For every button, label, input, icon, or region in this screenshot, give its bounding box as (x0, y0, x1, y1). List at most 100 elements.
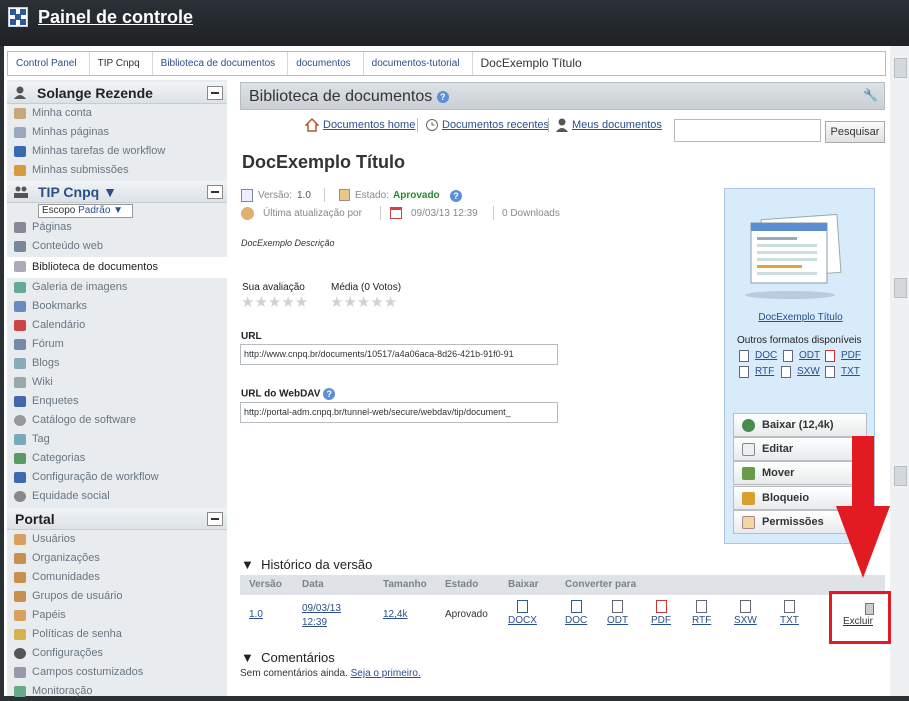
sidebar-item-config-workflow[interactable]: Configuração de workflow (7, 468, 227, 487)
convert-odt-link[interactable]: ODT (607, 600, 628, 626)
format-rtf-link[interactable]: RTF (755, 366, 774, 377)
app-title[interactable]: Painel de controle (38, 7, 193, 28)
sidebar-item-calendario[interactable]: Calendário (7, 316, 227, 335)
average-rating-label: Média (0 Votos) (331, 282, 402, 293)
history-table-header (240, 575, 885, 595)
sidebar-item-campos[interactable]: Campos costumizados (7, 663, 227, 682)
collapse-icon[interactable] (207, 512, 223, 526)
convert-pdf-link[interactable]: PDF (651, 600, 671, 626)
help-icon[interactable]: ? (323, 388, 336, 400)
pages-icon (14, 222, 26, 233)
help-icon[interactable]: ? (436, 90, 449, 103)
collapse-icon[interactable] (207, 86, 223, 100)
comments-title[interactable]: ▼ Comentários (241, 650, 335, 665)
my-documents-link[interactable]: Meus documentos (572, 119, 662, 131)
sidebar-item-blogs[interactable]: Blogs (7, 354, 227, 373)
format-txt-link[interactable]: TXT (841, 366, 860, 377)
recent-documents-link[interactable]: Documentos recentes (442, 119, 549, 131)
collapse-icon[interactable] (207, 185, 223, 199)
version-label: Versão: (258, 190, 292, 201)
sidebar-item-equidade[interactable]: Equidade social (7, 487, 227, 506)
column-header: Estado (445, 579, 479, 590)
workflow-icon (14, 146, 26, 157)
convert-txt-link[interactable]: TXT (780, 600, 799, 626)
webdav-label: URL do WebDAV ? (241, 388, 336, 400)
breadcrumb-doc-library[interactable]: Biblioteca de documentos (153, 52, 289, 75)
convert-doc-link[interactable]: DOC (565, 600, 587, 626)
download-button[interactable]: Baixar (12,4k) (733, 413, 867, 437)
sxw-icon (781, 366, 791, 378)
status-cell: Aprovado (445, 609, 488, 620)
format-odt-link[interactable]: ODT (799, 350, 820, 361)
polls-icon (14, 396, 26, 407)
sidebar-item-minha-conta[interactable]: Minha conta (7, 104, 227, 123)
sidebar-item-usuarios[interactable]: Usuários (7, 530, 227, 549)
bookmarks-icon (14, 301, 26, 312)
sidebar-item-bookmarks[interactable]: Bookmarks (7, 297, 227, 316)
odt-icon (612, 600, 624, 613)
download-count: 0 Downloads (502, 208, 560, 219)
wrench-icon[interactable]: 🔧 (863, 88, 878, 102)
update-date: 09/03/13 12:39 (411, 208, 478, 219)
scope-selector[interactable]: Escopo Padrão ▼ (38, 204, 133, 218)
sidebar-item-workflow-tasks[interactable]: Minhas tarefas de workflow (7, 142, 227, 161)
document-icon (241, 189, 253, 202)
sidebar-item-galeria[interactable]: Galeria de imagens (7, 278, 227, 297)
rtf-icon (696, 600, 708, 613)
user-section-header[interactable]: Solange Rezende (7, 82, 227, 104)
document-title-link[interactable]: DocExemplo Título (725, 312, 876, 323)
download-docx-link[interactable]: DOCX (508, 600, 537, 626)
sidebar-item-tag[interactable]: Tag (7, 430, 227, 449)
portlet-header: Biblioteca de documentos ? 🔧 (240, 82, 885, 110)
url-field[interactable]: http://www.cnpq.br/documents/10517/a4a06… (240, 344, 558, 365)
search-button[interactable]: Pesquisar (825, 121, 885, 143)
scrollbar[interactable] (890, 46, 909, 696)
submissions-icon (14, 165, 26, 176)
search-input[interactable] (674, 119, 821, 142)
site-name[interactable]: TIP Cnpq ▼ (38, 184, 117, 200)
version-history-title[interactable]: ▼ Histórico da versão (241, 557, 372, 572)
sidebar-item-wiki[interactable]: Wiki (7, 373, 227, 392)
sidebar-item-minhas-paginas[interactable]: Minhas páginas (7, 123, 227, 142)
sidebar-item-forum[interactable]: Fórum (7, 335, 227, 354)
sidebar-item-organizacoes[interactable]: Organizações (7, 549, 227, 568)
sidebar-item-submissions[interactable]: Minhas submissões (7, 161, 227, 180)
sidebar-item-configuracoes[interactable]: Configurações (7, 644, 227, 663)
format-sxw-link[interactable]: SXW (797, 366, 820, 377)
sidebar-item-grupos[interactable]: Grupos de usuário (7, 587, 227, 606)
status-label: Estado: (355, 190, 389, 201)
sidebar-item-papeis[interactable]: Papéis (7, 606, 227, 625)
convert-rtf-link[interactable]: RTF (692, 600, 711, 626)
format-doc-link[interactable]: DOC (755, 350, 777, 361)
convert-sxw-link[interactable]: SXW (734, 600, 757, 626)
sidebar-item-comunidades[interactable]: Comunidades (7, 568, 227, 587)
site-section-header[interactable]: TIP Cnpq ▼ (7, 181, 227, 203)
version-value: 1.0 (297, 190, 311, 201)
column-header: Versão (249, 579, 282, 590)
breadcrumb-tutorial[interactable]: documentos-tutorial (364, 52, 473, 75)
sidebar-item-categorias[interactable]: Categorias (7, 449, 227, 468)
help-icon[interactable]: ? (450, 190, 462, 202)
webdav-field[interactable]: http://portal-adm.cnpq.br/tunnel-web/sec… (240, 402, 558, 423)
sidebar-item-paginas[interactable]: Páginas (7, 218, 227, 237)
sidebar-item-enquetes[interactable]: Enquetes (7, 392, 227, 411)
portal-section-header[interactable]: Portal (7, 508, 227, 530)
custom-fields-icon (14, 667, 26, 678)
format-pdf-link[interactable]: PDF (841, 350, 861, 361)
be-first-link[interactable]: Seja o primeiro. (351, 668, 421, 679)
organizations-icon (14, 553, 26, 564)
breadcrumb-documentos[interactable]: documentos (288, 52, 364, 75)
documents-home-link[interactable]: Documentos home (323, 119, 415, 131)
portal-logo-icon (8, 7, 28, 27)
document-thumbnail-icon (735, 209, 845, 299)
sidebar-item-conteudo-web[interactable]: Conteúdo web (7, 237, 227, 256)
breadcrumb-control-panel[interactable]: Control Panel (8, 52, 90, 75)
breadcrumb-site[interactable]: TIP Cnpq (90, 52, 153, 75)
sidebar-item-catalogo[interactable]: Catálogo de software (7, 411, 227, 430)
sidebar-item-monitoracao[interactable]: Monitoração (7, 682, 227, 701)
sidebar-item-politicas[interactable]: Políticas de senha (7, 625, 227, 644)
your-rating-stars[interactable]: ★★★★★ (241, 293, 308, 311)
your-rating-label: Sua avaliação (242, 282, 305, 293)
gear-icon (14, 648, 26, 659)
sidebar-item-biblioteca[interactable]: Biblioteca de documentos (7, 257, 227, 278)
